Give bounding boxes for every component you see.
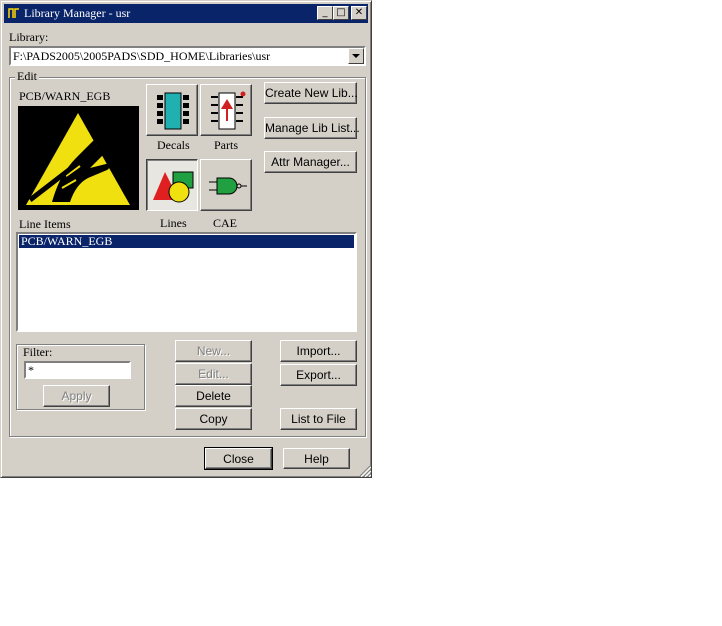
parts-label: Parts xyxy=(214,138,238,152)
list-to-file-button[interactable]: List to File xyxy=(280,408,357,430)
chevron-down-icon[interactable] xyxy=(348,48,364,64)
maximize-button[interactable]: □ xyxy=(333,6,349,20)
library-label: Library: xyxy=(9,30,49,44)
edit-button[interactable]: Edit... xyxy=(175,363,252,385)
create-new-lib-button[interactable]: Create New Lib... xyxy=(264,82,358,104)
apply-button[interactable]: Apply xyxy=(43,385,110,407)
close-window-button[interactable]: ✕ xyxy=(351,6,367,20)
parts-type-button[interactable] xyxy=(200,84,252,136)
decals-label: Decals xyxy=(157,138,190,152)
line-items-label: Line Items xyxy=(19,217,71,231)
cae-label: CAE xyxy=(213,216,237,230)
lines-label: Lines xyxy=(160,216,187,230)
filter-label: Filter: xyxy=(23,345,53,359)
new-button[interactable]: New... xyxy=(175,340,252,362)
edit-group-label: Edit xyxy=(15,69,39,84)
attr-manager-button[interactable]: Attr Manager... xyxy=(264,151,357,173)
cae-type-button[interactable] xyxy=(200,159,252,211)
decals-icon xyxy=(157,92,189,130)
lines-icon xyxy=(153,171,194,203)
copy-button[interactable]: Copy xyxy=(175,408,252,430)
minimize-button[interactable]: _ xyxy=(317,6,333,20)
library-select[interactable]: F:\PADS2005\2005PADS\SDD_HOME\Libraries\… xyxy=(9,46,366,66)
esd-warning-icon xyxy=(26,113,130,205)
delete-button[interactable]: Delete xyxy=(175,385,252,407)
preview-pane xyxy=(18,106,139,210)
lines-type-button[interactable] xyxy=(146,159,198,211)
manage-lib-list-button[interactable]: Manage Lib List... xyxy=(264,117,360,139)
library-path-value: F:\PADS2005\2005PADS\SDD_HOME\Libraries\… xyxy=(13,49,271,63)
close-button[interactable]: Close xyxy=(204,447,273,470)
preview-title: PCB/WARN_EGB xyxy=(19,89,111,103)
library-manager-window: Library Manager - usr _ □ ✕ Library: F:\… xyxy=(0,0,372,478)
parts-icon xyxy=(211,91,246,130)
window-title: Library Manager - usr xyxy=(24,6,131,20)
import-button[interactable]: Import... xyxy=(280,340,357,362)
cae-icon xyxy=(209,177,247,195)
pads-app-icon xyxy=(7,6,21,20)
filter-input[interactable]: * xyxy=(24,361,131,379)
resize-grip-icon[interactable] xyxy=(359,465,371,477)
help-button[interactable]: Help xyxy=(283,448,350,469)
decals-type-button[interactable] xyxy=(146,84,198,136)
export-button[interactable]: Export... xyxy=(280,364,357,386)
title-bar[interactable]: Library Manager - usr _ □ ✕ xyxy=(4,4,368,23)
line-items-list[interactable]: PCB/WARN_EGB xyxy=(16,232,357,332)
list-item[interactable]: PCB/WARN_EGB xyxy=(19,235,354,248)
